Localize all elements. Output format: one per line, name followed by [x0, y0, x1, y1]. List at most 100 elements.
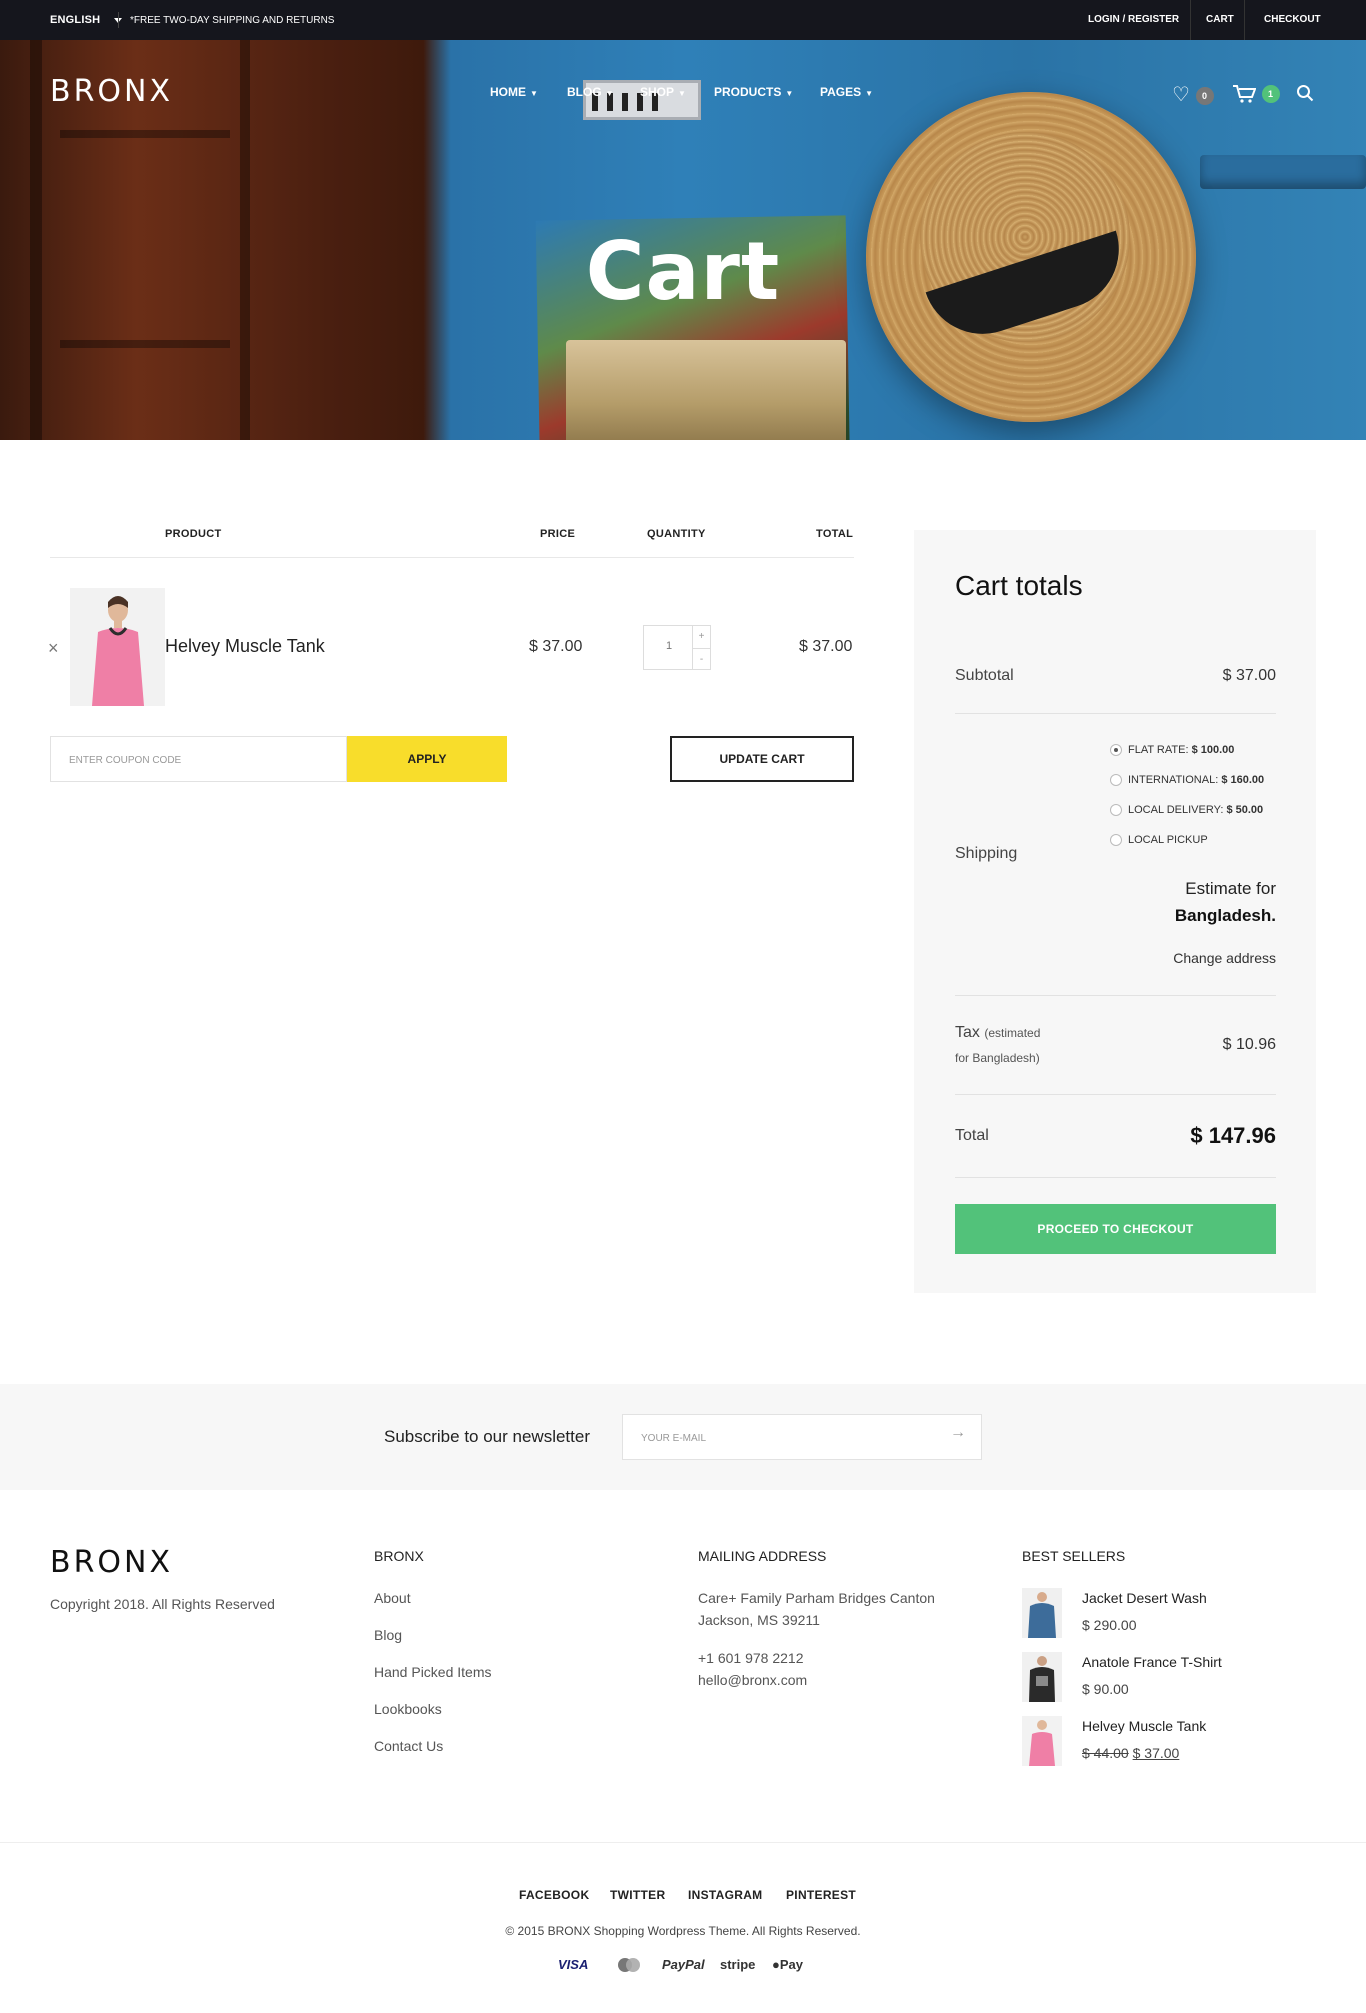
bestseller-name[interactable]: Anatole France T-Shirt: [1082, 1654, 1222, 1670]
change-address-link[interactable]: Change address: [1076, 950, 1276, 966]
tax-label-text: Tax: [955, 1024, 980, 1041]
bestseller-thumbnail[interactable]: [1022, 1588, 1062, 1638]
footer-credit: © 2015 BRONX Shopping Wordpress Theme. A…: [505, 1924, 861, 1938]
nav-shop[interactable]: SHOP ▼: [640, 85, 686, 99]
promo-text: *FREE TWO-DAY SHIPPING AND RETURNS: [130, 15, 335, 26]
column-header-total: TOTAL: [816, 528, 854, 540]
heart-icon: ♡: [1172, 84, 1190, 106]
divider: [1190, 0, 1191, 40]
shipping-option-local-delivery[interactable]: LOCAL DELIVERY: $ 50.00: [1110, 804, 1263, 817]
radio-icon[interactable]: [1110, 834, 1122, 847]
language-label: ENGLISH: [50, 14, 101, 26]
social-link-pinterest[interactable]: PINTEREST: [786, 1888, 856, 1902]
door-panel: [60, 340, 230, 348]
top-bar: ENGLISH *FREE TWO-DAY SHIPPING AND RETUR…: [0, 0, 1366, 40]
cart-icon: [1233, 84, 1257, 103]
divider: [955, 995, 1276, 996]
column-header-quantity: QUANTITY: [647, 528, 706, 540]
footer-link-contact[interactable]: Contact Us: [374, 1738, 443, 1754]
site-logo[interactable]: BRONX: [50, 74, 173, 109]
shipping-option-label: INTERNATIONAL:: [1128, 774, 1219, 786]
bestseller-thumbnail[interactable]: [1022, 1652, 1062, 1702]
estimate-prefix: Estimate for: [1185, 879, 1276, 898]
divider: [50, 557, 854, 558]
radio-icon[interactable]: [1110, 804, 1122, 817]
email-link[interactable]: hello@bronx.com: [698, 1669, 807, 1691]
divider: [118, 12, 119, 28]
proceed-to-checkout-button[interactable]: PROCEED TO CHECKOUT: [955, 1204, 1276, 1254]
chevron-down-icon: ▼: [530, 89, 538, 98]
update-cart-button[interactable]: UPDATE CART: [670, 736, 854, 782]
shipping-option-local-pickup[interactable]: LOCAL PICKUP: [1110, 834, 1208, 847]
nav-label: SHOP: [640, 85, 675, 99]
footer-link-about[interactable]: About: [374, 1590, 411, 1606]
phone-number[interactable]: +1 601 978 2212: [698, 1647, 804, 1669]
nav-home[interactable]: HOME ▼: [490, 85, 538, 99]
social-link-twitter[interactable]: TWITTER: [610, 1888, 665, 1902]
increase-quantity-button[interactable]: +: [692, 626, 710, 648]
bestseller-name[interactable]: Jacket Desert Wash: [1082, 1590, 1207, 1606]
quantity-value[interactable]: 1: [644, 640, 694, 652]
product-line-total: $ 37.00: [799, 638, 853, 655]
bestseller-name[interactable]: Helvey Muscle Tank: [1082, 1718, 1206, 1734]
footer-link-hand-picked[interactable]: Hand Picked Items: [374, 1664, 492, 1680]
apple-pay-icon: ●Pay: [772, 1957, 803, 1972]
newsletter-email-input[interactable]: YOUR E-MAIL: [622, 1414, 982, 1460]
estimate-country: Bangladesh.: [1174, 906, 1276, 925]
footer-heading-mailing: MAILING ADDRESS: [698, 1548, 827, 1564]
footer-logo[interactable]: BRONX: [50, 1545, 173, 1580]
radio-icon[interactable]: [1110, 774, 1122, 787]
hero-banner: BRONX HOME ▼ BLOG ▼ SHOP ▼ PRODUCTS ▼ PAGES ▼…: [0, 40, 1366, 440]
coupon-code-input[interactable]: ENTER COUPON CODE: [50, 736, 347, 782]
subtotal-label: Subtotal: [955, 667, 1014, 684]
bestseller-sale-price: $ 37.00: [1132, 1745, 1180, 1761]
divider: [955, 1177, 1276, 1178]
decrease-quantity-button[interactable]: -: [692, 648, 710, 670]
shipping-option-international[interactable]: INTERNATIONAL: $ 160.00: [1110, 774, 1264, 787]
footer-link-blog[interactable]: Blog: [374, 1627, 402, 1643]
login-register-link[interactable]: LOGIN / REGISTER: [1088, 14, 1179, 25]
apply-coupon-button[interactable]: APPLY: [347, 736, 507, 782]
bestseller-thumbnail[interactable]: [1022, 1716, 1062, 1766]
language-selector[interactable]: ENGLISH: [50, 14, 123, 26]
mastercard-icon: [615, 1956, 643, 1979]
divider: [0, 1842, 1366, 1843]
cart-totals-title: Cart totals: [955, 570, 1083, 601]
footer-link-lookbooks[interactable]: Lookbooks: [374, 1701, 442, 1717]
product-thumbnail[interactable]: [70, 588, 165, 706]
subtotal-value: $ 37.00: [1222, 667, 1276, 684]
chevron-down-icon: ▼: [678, 89, 686, 98]
column-header-price: PRICE: [540, 528, 576, 540]
chevron-down-icon: ▼: [785, 89, 794, 98]
chevron-down-icon: ▼: [865, 89, 874, 98]
paypal-icon: PayPal: [662, 1957, 705, 1972]
nav-pages[interactable]: PAGES ▼: [820, 85, 873, 99]
social-link-instagram[interactable]: INSTAGRAM: [688, 1888, 762, 1902]
bestseller-old-price: $ 44.00: [1082, 1745, 1129, 1761]
product-name-link[interactable]: Helvey Muscle Tank: [165, 636, 325, 657]
social-link-facebook[interactable]: FACEBOOK: [519, 1888, 589, 1902]
model-image: [70, 588, 165, 706]
nav-blog[interactable]: BLOG ▼: [567, 85, 614, 99]
divider: [955, 1094, 1276, 1095]
radio-selected-icon[interactable]: [1110, 744, 1122, 757]
cart-link[interactable]: CART: [1206, 14, 1234, 25]
quantity-stepper[interactable]: 1 + -: [643, 625, 711, 670]
shipping-option-label: FLAT RATE:: [1128, 744, 1189, 756]
tshirt-model-image: [1022, 1652, 1062, 1702]
nav-products[interactable]: PRODUCTS ▼: [714, 85, 793, 99]
checkout-link[interactable]: CHECKOUT: [1264, 14, 1321, 25]
wishlist-button[interactable]: ♡ 0: [1172, 82, 1214, 107]
shipping-option-price: $ 100.00: [1191, 744, 1235, 756]
apple-pay-label: Pay: [779, 1957, 803, 1972]
nav-label: PRODUCTS: [714, 85, 782, 99]
shipping-option-flat-rate[interactable]: FLAT RATE: $ 100.00: [1110, 744, 1235, 757]
remove-item-icon[interactable]: ×: [48, 638, 59, 659]
cart-button[interactable]: 1: [1232, 82, 1280, 105]
arrow-right-icon[interactable]: →: [950, 1424, 966, 1442]
bestseller-price: $ 44.00 $ 37.00: [1082, 1745, 1179, 1761]
search-button[interactable]: [1296, 84, 1314, 108]
shipping-option-label: LOCAL DELIVERY:: [1128, 804, 1224, 816]
divider: [955, 713, 1276, 714]
footer-copyright: Copyright 2018. All Rights Reserved: [50, 1596, 275, 1612]
